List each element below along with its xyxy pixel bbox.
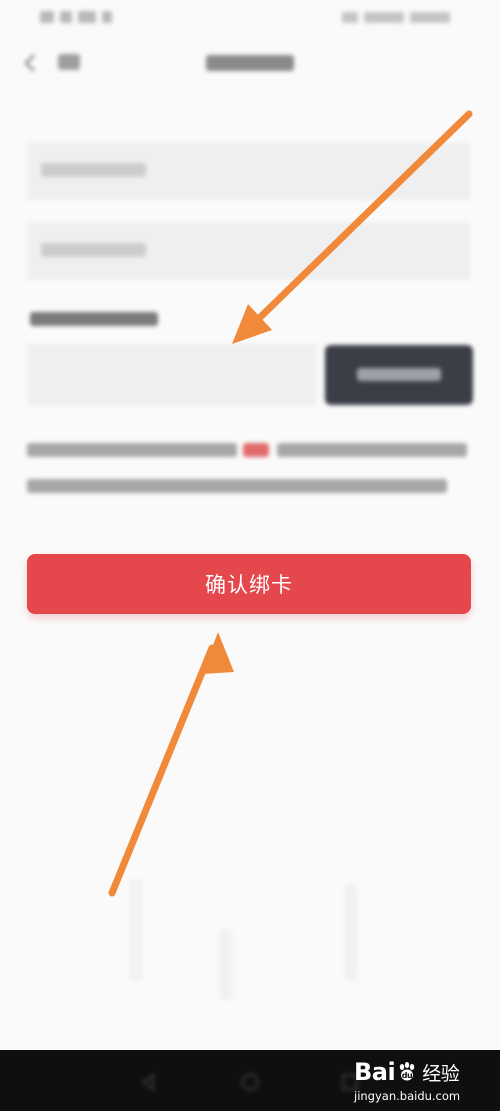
triangle-back-icon[interactable] xyxy=(138,1072,158,1092)
background-artifact xyxy=(130,880,142,980)
svg-text:du: du xyxy=(402,1071,413,1080)
status-left-icons xyxy=(40,10,112,24)
nav-bar xyxy=(0,40,500,88)
baidu-logo: Bai du 经验 xyxy=(354,1056,460,1088)
arrow-bottom-head xyxy=(202,632,234,674)
verification-code-input[interactable] xyxy=(27,344,317,406)
chevron-left-icon[interactable] xyxy=(20,52,42,74)
baidu-jingyan-watermark: Bai du 经验 jingyan.baidu.com xyxy=(354,1056,494,1106)
notice-text xyxy=(27,438,472,500)
paw-icon: du xyxy=(396,1061,418,1083)
brand-bai: Bai xyxy=(354,1058,396,1086)
phone-placeholder xyxy=(41,243,146,257)
back-label[interactable] xyxy=(58,54,80,70)
verification-code-label xyxy=(30,312,158,326)
phone-field[interactable] xyxy=(27,222,470,280)
get-code-button[interactable] xyxy=(325,345,473,405)
background-artifact xyxy=(345,885,357,980)
brand-suffix: 经验 xyxy=(422,1062,460,1085)
status-bar xyxy=(0,0,500,34)
status-right-icons xyxy=(342,10,450,24)
circle-home-icon[interactable] xyxy=(240,1072,260,1092)
card-number-placeholder xyxy=(41,163,146,177)
page-title xyxy=(206,55,294,71)
get-code-label xyxy=(357,368,441,381)
bind-card-screen: 确认绑卡 Bai du 经验 jingyan.baidu.com xyxy=(0,0,500,1111)
confirm-bind-card-label: 确认绑卡 xyxy=(205,573,293,597)
watermark-domain: jingyan.baidu.com xyxy=(354,1089,461,1103)
confirm-bind-card-button[interactable]: 确认绑卡 xyxy=(27,554,471,614)
arrow-top-head xyxy=(232,304,272,344)
background-artifact xyxy=(220,930,232,1000)
card-number-field[interactable] xyxy=(27,142,470,200)
arrow-bottom-shaft xyxy=(108,644,216,897)
